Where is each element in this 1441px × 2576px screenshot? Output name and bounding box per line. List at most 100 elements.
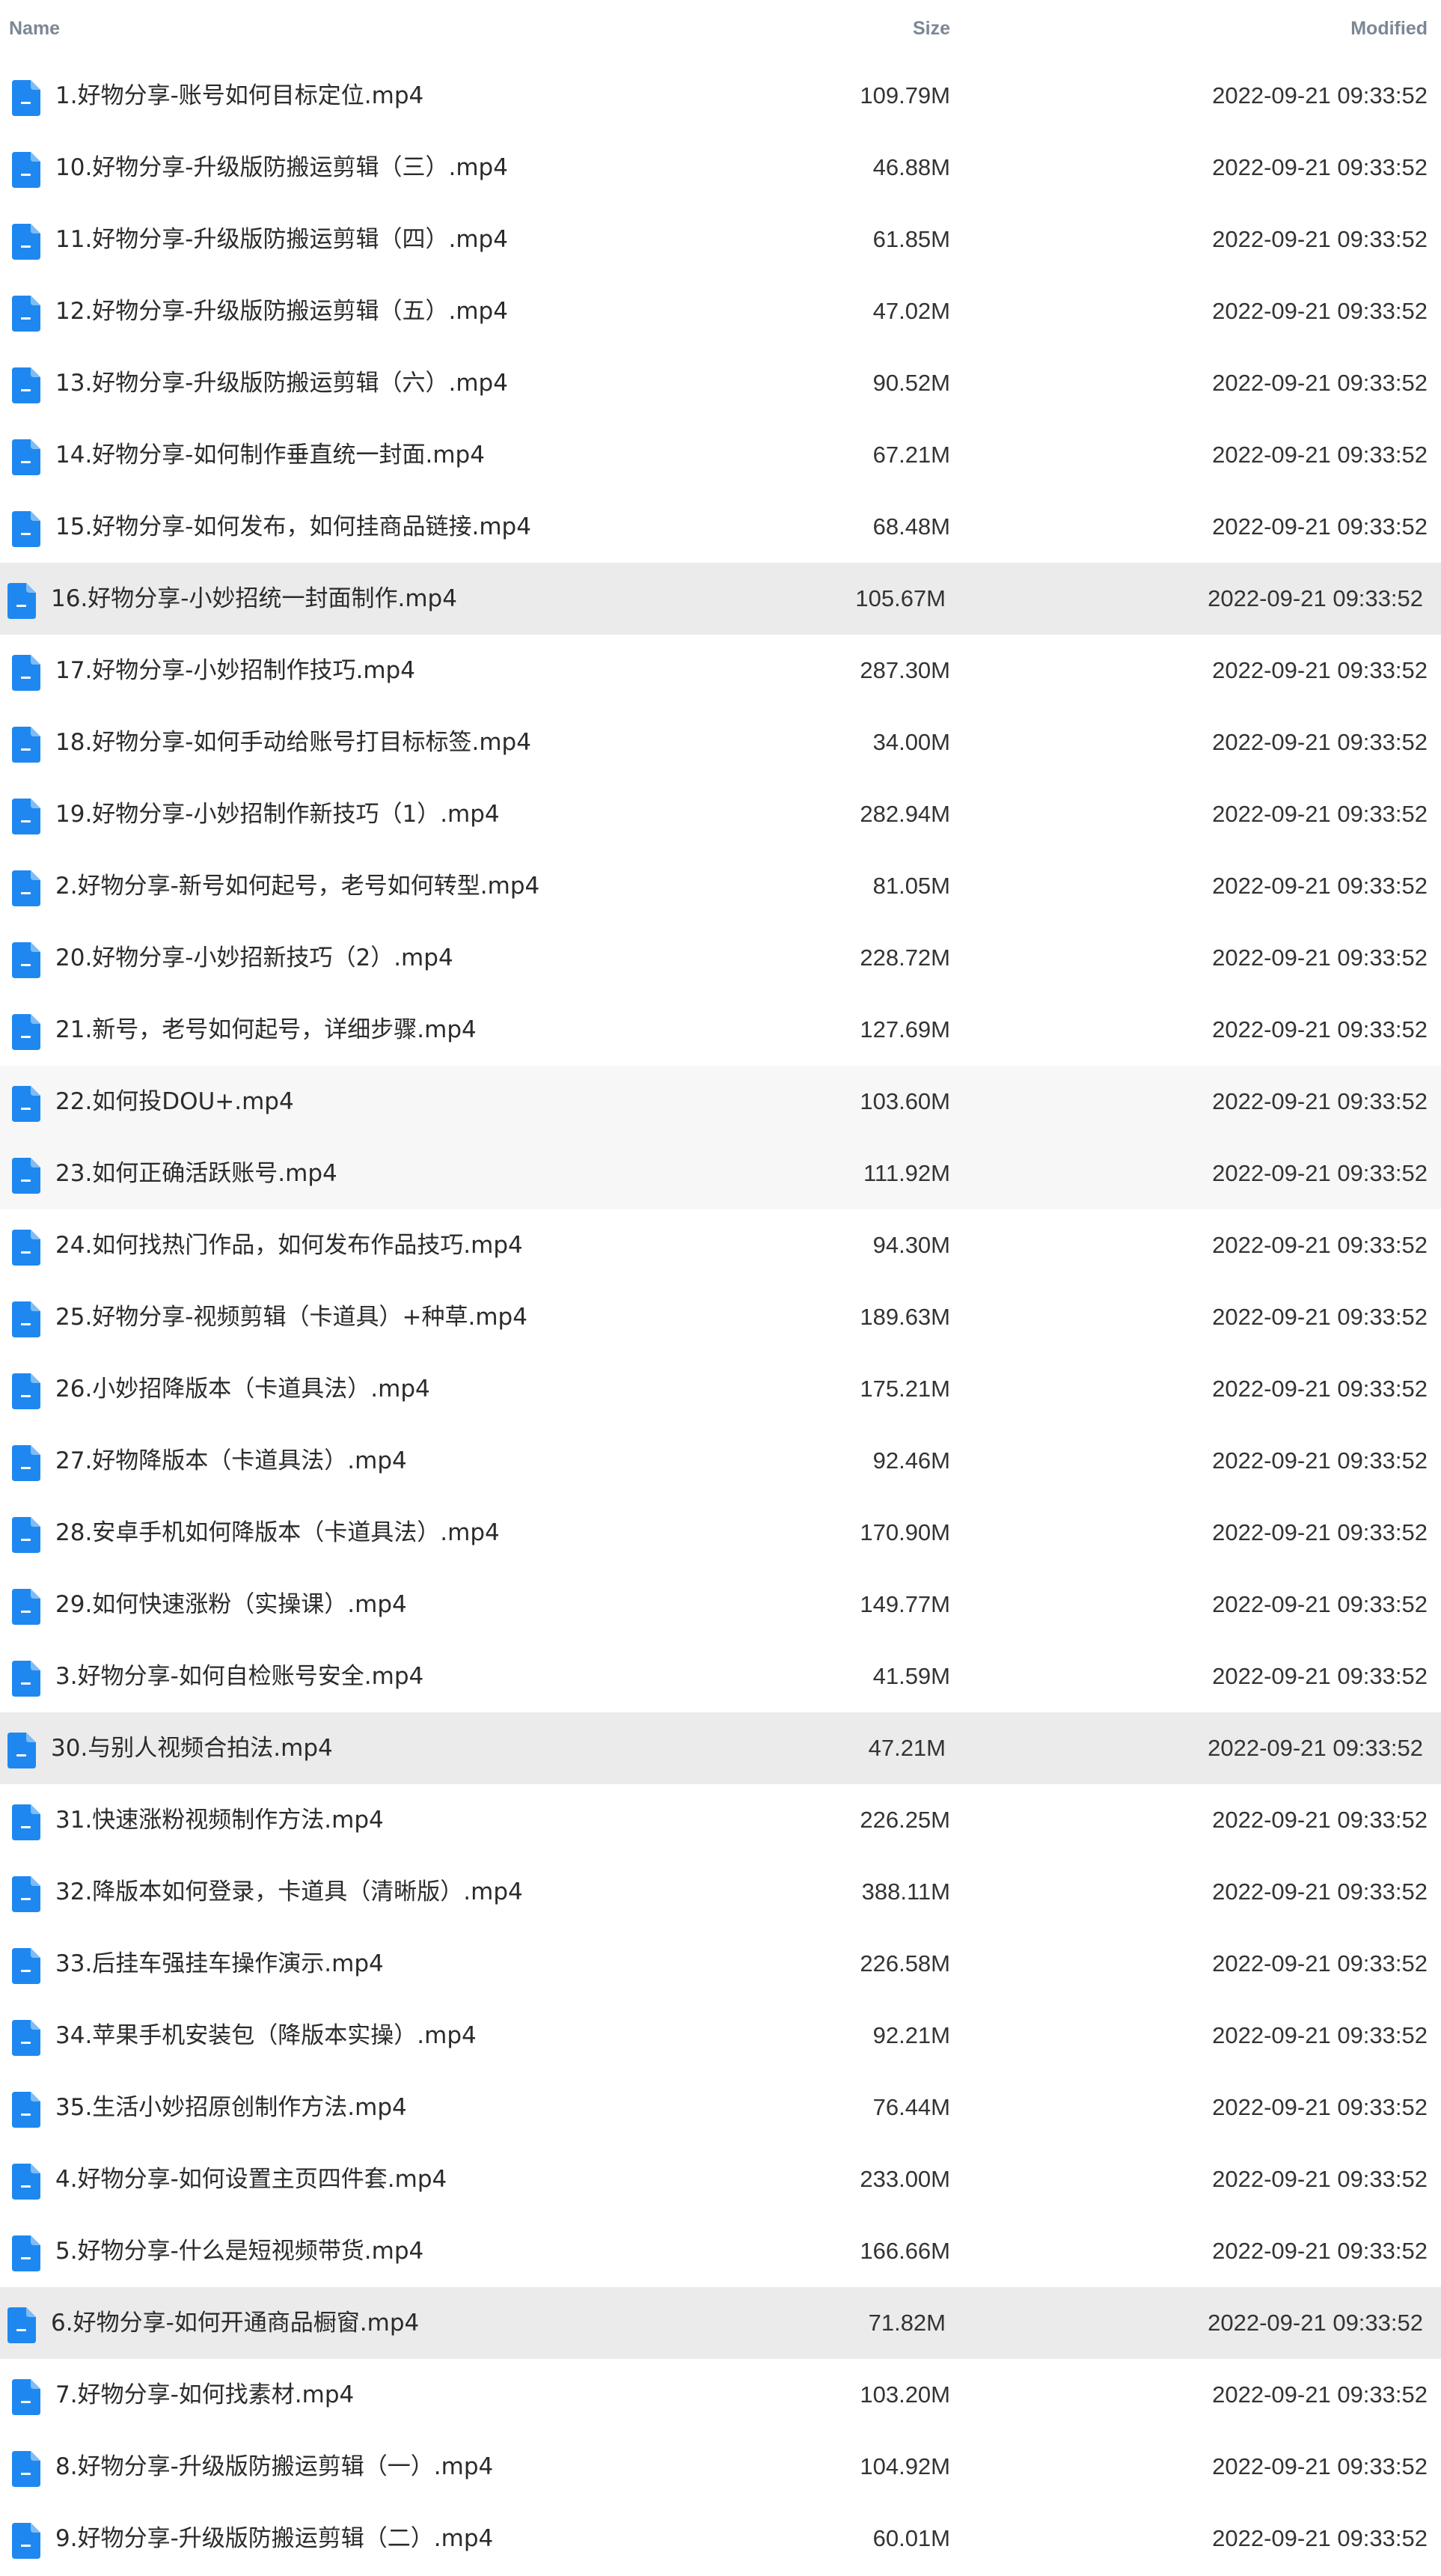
file-name[interactable]: 34.苹果手机安装包（降版本实操）.mp4 bbox=[55, 2000, 477, 2072]
file-name[interactable]: 9.好物分享-升级版防搬运剪辑（二）.mp4 bbox=[55, 2503, 493, 2575]
file-row[interactable]: 35.生活小妙招原创制作方法.mp4 76.44M 2022-09-21 09:… bbox=[0, 2072, 1441, 2143]
file-name[interactable]: 1.好物分享-账号如何目标定位.mp4 bbox=[55, 60, 423, 132]
file-row[interactable]: 22.如何投DOU+.mp4 103.60M 2022-09-21 09:33:… bbox=[0, 1066, 1441, 1138]
file-row[interactable]: 6.好物分享-如何开通商品橱窗.mp4 71.82M 2022-09-21 09… bbox=[0, 2287, 1441, 2359]
file-row[interactable]: 33.后挂车强挂车操作演示.mp4 226.58M 2022-09-21 09:… bbox=[0, 1928, 1441, 2000]
file-name[interactable]: 6.好物分享-如何开通商品橱窗.mp4 bbox=[51, 2287, 419, 2359]
file-size: 287.30M bbox=[860, 657, 950, 683]
file-name[interactable]: 27.好物降版本（卡道具法）.mp4 bbox=[55, 1425, 407, 1497]
file-name[interactable]: 16.好物分享-小妙招统一封面制作.mp4 bbox=[51, 563, 457, 635]
file-row[interactable]: 13.好物分享-升级版防搬运剪辑（六）.mp4 90.52M 2022-09-2… bbox=[0, 347, 1441, 419]
file-icon bbox=[12, 2020, 40, 2056]
file-row[interactable]: 25.好物分享-视频剪辑（卡道具）+种草.mp4 189.63M 2022-09… bbox=[0, 1281, 1441, 1353]
column-header-size[interactable]: Size bbox=[913, 18, 950, 40]
file-row[interactable]: 18.好物分享-如何手动给账号打目标标签.mp4 34.00M 2022-09-… bbox=[0, 706, 1441, 778]
file-row[interactable]: 31.快速涨粉视频制作方法.mp4 226.25M 2022-09-21 09:… bbox=[0, 1784, 1441, 1856]
file-size: 149.77M bbox=[860, 1591, 950, 1617]
file-name[interactable]: 7.好物分享-如何找素材.mp4 bbox=[55, 2359, 354, 2431]
file-row[interactable]: 34.苹果手机安装包（降版本实操）.mp4 92.21M 2022-09-21 … bbox=[0, 2000, 1441, 2072]
file-size: 109.79M bbox=[860, 82, 950, 109]
file-name[interactable]: 8.好物分享-升级版防搬运剪辑（一）.mp4 bbox=[55, 2431, 493, 2503]
file-row[interactable]: 32.降版本如何登录，卡道具（清晰版）.mp4 388.11M 2022-09-… bbox=[0, 1856, 1441, 1928]
file-row[interactable]: 9.好物分享-升级版防搬运剪辑（二）.mp4 60.01M 2022-09-21… bbox=[0, 2503, 1441, 2575]
file-row[interactable]: 28.安卓手机如何降版本（卡道具法）.mp4 170.90M 2022-09-2… bbox=[0, 1497, 1441, 1569]
file-name[interactable]: 11.好物分享-升级版防搬运剪辑（四）.mp4 bbox=[55, 204, 508, 275]
file-name[interactable]: 12.好物分享-升级版防搬运剪辑（五）.mp4 bbox=[55, 275, 508, 347]
file-name[interactable]: 19.好物分享-小妙招制作新技巧（1）.mp4 bbox=[55, 778, 500, 850]
file-modified: 2022-09-21 09:33:52 bbox=[1212, 2238, 1428, 2264]
file-name[interactable]: 18.好物分享-如何手动给账号打目标标签.mp4 bbox=[55, 706, 531, 778]
file-name[interactable]: 3.好物分享-如何自检账号安全.mp4 bbox=[55, 1640, 423, 1712]
file-icon bbox=[12, 1158, 40, 1194]
file-name[interactable]: 35.生活小妙招原创制作方法.mp4 bbox=[55, 2072, 407, 2143]
file-icon bbox=[12, 80, 40, 116]
file-name[interactable]: 13.好物分享-升级版防搬运剪辑（六）.mp4 bbox=[55, 347, 508, 419]
file-size: 81.05M bbox=[872, 873, 950, 899]
file-name[interactable]: 23.如何正确活跃账号.mp4 bbox=[55, 1138, 337, 1209]
file-size: 71.82M bbox=[868, 2310, 946, 2336]
file-row[interactable]: 4.好物分享-如何设置主页四件套.mp4 233.00M 2022-09-21 … bbox=[0, 2143, 1441, 2215]
file-name[interactable]: 2.好物分享-新号如何起号，老号如何转型.mp4 bbox=[55, 850, 539, 922]
file-row[interactable]: 12.好物分享-升级版防搬运剪辑（五）.mp4 47.02M 2022-09-2… bbox=[0, 275, 1441, 347]
file-modified: 2022-09-21 09:33:52 bbox=[1212, 1519, 1428, 1545]
file-name[interactable]: 26.小妙招降版本（卡道具法）.mp4 bbox=[55, 1353, 430, 1425]
file-row[interactable]: 20.好物分享-小妙招新技巧（2）.mp4 228.72M 2022-09-21… bbox=[0, 922, 1441, 994]
file-icon bbox=[12, 1804, 40, 1840]
file-row[interactable]: 21.新号，老号如何起号，详细步骤.mp4 127.69M 2022-09-21… bbox=[0, 994, 1441, 1066]
file-name[interactable]: 25.好物分享-视频剪辑（卡道具）+种草.mp4 bbox=[55, 1281, 527, 1353]
file-icon bbox=[12, 511, 40, 547]
file-name[interactable]: 17.好物分享-小妙招制作技巧.mp4 bbox=[55, 635, 415, 706]
file-icon bbox=[12, 2523, 40, 2559]
file-row[interactable]: 1.好物分享-账号如何目标定位.mp4 109.79M 2022-09-21 0… bbox=[0, 60, 1441, 132]
file-row[interactable]: 8.好物分享-升级版防搬运剪辑（一）.mp4 104.92M 2022-09-2… bbox=[0, 2431, 1441, 2503]
file-row[interactable]: 26.小妙招降版本（卡道具法）.mp4 175.21M 2022-09-21 0… bbox=[0, 1353, 1441, 1425]
file-icon bbox=[12, 655, 40, 691]
file-name[interactable]: 5.好物分享-什么是短视频带货.mp4 bbox=[55, 2215, 423, 2287]
file-row[interactable]: 14.好物分享-如何制作垂直统一封面.mp4 67.21M 2022-09-21… bbox=[0, 419, 1441, 491]
file-row[interactable]: 2.好物分享-新号如何起号，老号如何转型.mp4 81.05M 2022-09-… bbox=[0, 850, 1441, 922]
file-row[interactable]: 11.好物分享-升级版防搬运剪辑（四）.mp4 61.85M 2022-09-2… bbox=[0, 204, 1441, 275]
file-row[interactable]: 3.好物分享-如何自检账号安全.mp4 41.59M 2022-09-21 09… bbox=[0, 1640, 1441, 1712]
file-row[interactable]: 23.如何正确活跃账号.mp4 111.92M 2022-09-21 09:33… bbox=[0, 1138, 1441, 1209]
file-modified: 2022-09-21 09:33:52 bbox=[1212, 1088, 1428, 1114]
file-row[interactable]: 15.好物分享-如何发布，如何挂商品链接.mp4 68.48M 2022-09-… bbox=[0, 491, 1441, 563]
file-name[interactable]: 10.好物分享-升级版防搬运剪辑（三）.mp4 bbox=[55, 132, 508, 204]
file-row[interactable]: 5.好物分享-什么是短视频带货.mp4 166.66M 2022-09-21 0… bbox=[0, 2215, 1441, 2287]
column-header-name[interactable]: Name bbox=[9, 18, 60, 40]
file-name[interactable]: 22.如何投DOU+.mp4 bbox=[55, 1066, 294, 1138]
file-modified: 2022-09-21 09:33:52 bbox=[1212, 657, 1428, 683]
file-name[interactable]: 24.如何找热门作品，如何发布作品技巧.mp4 bbox=[55, 1209, 523, 1281]
file-icon bbox=[7, 1733, 36, 1768]
file-row[interactable]: 30.与别人视频合拍法.mp4 47.21M 2022-09-21 09:33:… bbox=[0, 1712, 1441, 1784]
file-size: 103.20M bbox=[860, 2381, 950, 2408]
file-name[interactable]: 4.好物分享-如何设置主页四件套.mp4 bbox=[55, 2143, 447, 2215]
file-size: 67.21M bbox=[872, 442, 950, 468]
file-row[interactable]: 16.好物分享-小妙招统一封面制作.mp4 105.67M 2022-09-21… bbox=[0, 563, 1441, 635]
file-row[interactable]: 29.如何快速涨粉（实操课）.mp4 149.77M 2022-09-21 09… bbox=[0, 1569, 1441, 1640]
file-name[interactable]: 15.好物分享-如何发布，如何挂商品链接.mp4 bbox=[55, 491, 531, 563]
file-name[interactable]: 30.与别人视频合拍法.mp4 bbox=[51, 1712, 333, 1784]
file-row[interactable]: 24.如何找热门作品，如何发布作品技巧.mp4 94.30M 2022-09-2… bbox=[0, 1209, 1441, 1281]
file-name[interactable]: 20.好物分享-小妙招新技巧（2）.mp4 bbox=[55, 922, 453, 994]
column-header-modified[interactable]: Modified bbox=[1350, 18, 1428, 40]
file-name[interactable]: 32.降版本如何登录，卡道具（清晰版）.mp4 bbox=[55, 1856, 523, 1928]
file-name[interactable]: 33.后挂车强挂车操作演示.mp4 bbox=[55, 1928, 384, 2000]
file-size: 105.67M bbox=[855, 585, 946, 611]
file-modified: 2022-09-21 09:33:52 bbox=[1208, 1735, 1423, 1761]
file-size: 41.59M bbox=[872, 1663, 950, 1689]
file-row[interactable]: 19.好物分享-小妙招制作新技巧（1）.mp4 282.94M 2022-09-… bbox=[0, 778, 1441, 850]
file-icon bbox=[12, 224, 40, 260]
file-modified: 2022-09-21 09:33:52 bbox=[1212, 1447, 1428, 1474]
file-name[interactable]: 31.快速涨粉视频制作方法.mp4 bbox=[55, 1784, 384, 1856]
file-name[interactable]: 14.好物分享-如何制作垂直统一封面.mp4 bbox=[55, 419, 485, 491]
file-name[interactable]: 21.新号，老号如何起号，详细步骤.mp4 bbox=[55, 994, 477, 1066]
file-size: 233.00M bbox=[860, 2166, 950, 2192]
file-row[interactable]: 27.好物降版本（卡道具法）.mp4 92.46M 2022-09-21 09:… bbox=[0, 1425, 1441, 1497]
file-row[interactable]: 17.好物分享-小妙招制作技巧.mp4 287.30M 2022-09-21 0… bbox=[0, 635, 1441, 706]
file-name[interactable]: 29.如何快速涨粉（实操课）.mp4 bbox=[55, 1569, 407, 1640]
file-modified: 2022-09-21 09:33:52 bbox=[1212, 1878, 1428, 1905]
file-row[interactable]: 10.好物分享-升级版防搬运剪辑（三）.mp4 46.88M 2022-09-2… bbox=[0, 132, 1441, 204]
file-name[interactable]: 28.安卓手机如何降版本（卡道具法）.mp4 bbox=[55, 1497, 500, 1569]
file-row[interactable]: 7.好物分享-如何找素材.mp4 103.20M 2022-09-21 09:3… bbox=[0, 2359, 1441, 2431]
file-modified: 2022-09-21 09:33:52 bbox=[1212, 1232, 1428, 1258]
